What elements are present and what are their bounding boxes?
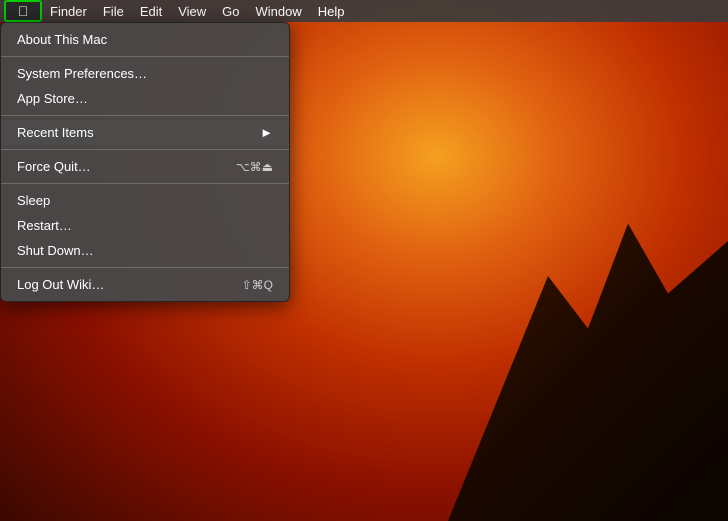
app-store-label: App Store… xyxy=(17,91,273,106)
apple-menu-button[interactable]:  xyxy=(4,0,42,22)
restart-label: Restart… xyxy=(17,218,273,233)
menubar-edit-label: Edit xyxy=(140,4,162,19)
menubar-help[interactable]: Help xyxy=(310,0,353,22)
menubar-window[interactable]: Window xyxy=(248,0,310,22)
menubar-help-label: Help xyxy=(318,4,345,19)
menubar-view-label: View xyxy=(178,4,206,19)
menu-separator-3 xyxy=(1,149,289,150)
apple-logo-icon:  xyxy=(18,4,29,18)
logout-shortcut: ⇧⌘Q xyxy=(242,278,273,292)
menu-item-app-store[interactable]: App Store… xyxy=(1,86,289,111)
menu-item-recent-items[interactable]: Recent Items ► xyxy=(1,120,289,145)
shutdown-label: Shut Down… xyxy=(17,243,273,258)
menubar:  Finder File Edit View Go Window Help xyxy=(0,0,728,22)
menu-item-shutdown[interactable]: Shut Down… xyxy=(1,238,289,263)
menu-item-about[interactable]: About This Mac xyxy=(1,27,289,52)
menubar-file[interactable]: File xyxy=(95,0,132,22)
menubar-go-label: Go xyxy=(222,4,239,19)
menubar-edit[interactable]: Edit xyxy=(132,0,170,22)
menu-separator-2 xyxy=(1,115,289,116)
menubar-go[interactable]: Go xyxy=(214,0,247,22)
force-quit-label: Force Quit… xyxy=(17,159,216,174)
menubar-items: Finder File Edit View Go Window Help xyxy=(42,0,353,22)
menu-item-system-prefs[interactable]: System Preferences… xyxy=(1,61,289,86)
recent-items-label: Recent Items xyxy=(17,125,94,140)
menubar-finder[interactable]: Finder xyxy=(42,0,95,22)
system-preferences-label: System Preferences… xyxy=(17,66,273,81)
sleep-label: Sleep xyxy=(17,193,273,208)
logout-label: Log Out Wiki… xyxy=(17,277,222,292)
menubar-view[interactable]: View xyxy=(170,0,214,22)
menu-separator-4 xyxy=(1,183,289,184)
menu-separator-1 xyxy=(1,56,289,57)
force-quit-shortcut: ⌥⌘⏏ xyxy=(236,160,273,174)
recent-items-arrow-icon: ► xyxy=(260,125,273,140)
about-this-mac-label: About This Mac xyxy=(17,32,273,47)
apple-dropdown-menu: About This Mac System Preferences… App S… xyxy=(0,22,290,302)
menubar-window-label: Window xyxy=(256,4,302,19)
menu-item-force-quit[interactable]: Force Quit… ⌥⌘⏏ xyxy=(1,154,289,179)
menubar-file-label: File xyxy=(103,4,124,19)
menu-item-sleep[interactable]: Sleep xyxy=(1,188,289,213)
menu-item-logout[interactable]: Log Out Wiki… ⇧⌘Q xyxy=(1,272,289,297)
menubar-finder-label: Finder xyxy=(50,4,87,19)
menu-item-restart[interactable]: Restart… xyxy=(1,213,289,238)
menu-separator-5 xyxy=(1,267,289,268)
